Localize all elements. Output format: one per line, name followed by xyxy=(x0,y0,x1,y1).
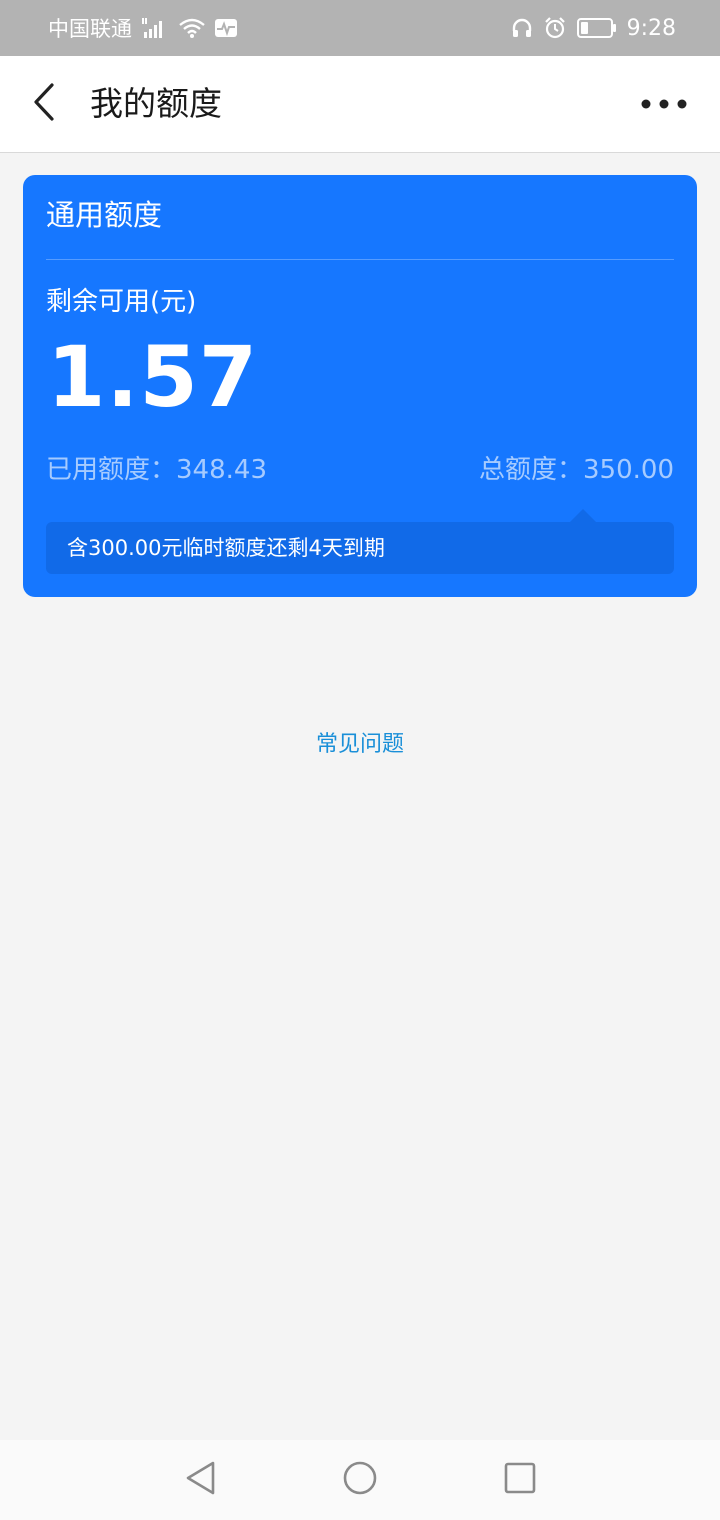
temp-quota-text: 含300.00元临时额度还剩4天到期 xyxy=(67,536,385,560)
more-button[interactable] xyxy=(638,86,690,122)
header-bar: 我的额度 xyxy=(0,56,720,153)
alarm-icon xyxy=(543,16,567,40)
tooltip-arrow xyxy=(570,509,596,522)
system-navigation-bar xyxy=(0,1440,720,1520)
activity-icon xyxy=(214,17,238,39)
carrier-name: 中国联通 xyxy=(48,17,132,41)
used-value: 348.43 xyxy=(176,455,267,485)
headphones-icon xyxy=(511,17,533,39)
total-quota: 总额度：350.00 xyxy=(479,452,674,488)
quota-card: 通用额度 剩余可用(元) 1.57 已用额度：348.43 总额度：350.00… xyxy=(23,175,697,597)
used-label: 已用额度： xyxy=(46,455,177,485)
home-circle-icon xyxy=(342,1460,378,1500)
nav-home-button[interactable] xyxy=(338,1458,382,1502)
used-quota: 已用额度：348.43 xyxy=(46,452,267,488)
back-button[interactable] xyxy=(22,78,66,130)
signal-icon xyxy=(140,16,170,40)
temp-quota-note: 含300.00元临时额度还剩4天到期 xyxy=(46,509,674,574)
status-bar: 中国联通 9:28 xyxy=(0,0,720,56)
remaining-amount: 1.57 xyxy=(47,328,259,426)
back-triangle-icon xyxy=(183,1460,217,1500)
page-title: 我的额度 xyxy=(90,84,222,123)
battery-icon xyxy=(576,17,617,39)
card-title: 通用额度 xyxy=(46,198,163,232)
nav-recents-button[interactable] xyxy=(498,1458,542,1502)
remaining-label: 剩余可用(元) xyxy=(46,287,197,317)
chevron-left-icon xyxy=(32,82,56,126)
card-divider xyxy=(46,259,674,260)
nav-back-button[interactable] xyxy=(178,1458,222,1502)
wifi-icon xyxy=(178,16,206,40)
recents-square-icon xyxy=(503,1461,537,1499)
status-right: 9:28 xyxy=(511,0,676,56)
status-left: 中国联通 xyxy=(48,0,238,56)
more-dots-icon xyxy=(641,95,687,114)
clock-time: 9:28 xyxy=(626,15,676,41)
total-value: 350.00 xyxy=(583,455,674,485)
total-label: 总额度： xyxy=(479,455,584,485)
faq-link[interactable]: 常见问题 xyxy=(0,728,720,762)
